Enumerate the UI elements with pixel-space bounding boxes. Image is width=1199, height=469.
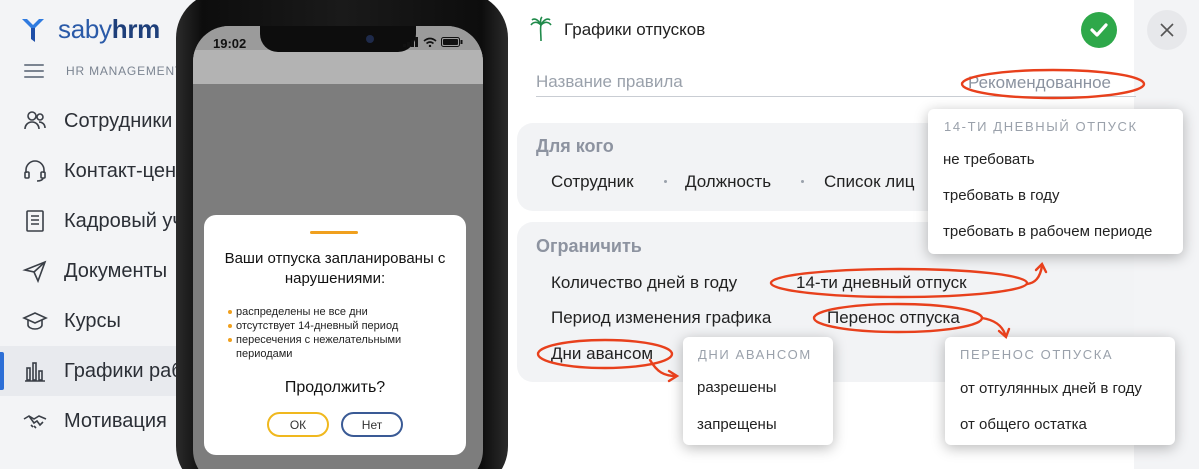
days-per-year-select[interactable]: 14-ти дневный отпуск <box>796 273 967 293</box>
battery-icon <box>441 37 463 47</box>
save-button[interactable] <box>1081 12 1117 48</box>
close-icon <box>1160 23 1174 37</box>
logo-text: sabyhrm <box>58 14 160 44</box>
separator-dot <box>801 180 804 183</box>
menu-caption: HR MANAGEMENT <box>66 64 184 78</box>
change-period-label: Период изменения графика <box>551 308 772 327</box>
phone-app-bar <box>193 50 483 84</box>
dropdown-item-from-used-days[interactable]: от отгулянных дней в году <box>960 380 1142 397</box>
phone-screen: 19:02 Ваши отпуска запланированы с наруш… <box>193 26 483 469</box>
phone-notch <box>260 26 416 52</box>
panel-title: Графики отпусков <box>564 20 706 39</box>
days-per-year-label: Количество дней в году <box>551 273 738 292</box>
limit-title: Ограничить <box>536 236 642 256</box>
dialog-question: Продолжить? <box>284 379 386 396</box>
dropdown-item-forbidden[interactable]: запрещены <box>697 416 777 433</box>
for-whom-option-position[interactable]: Должность <box>685 172 771 192</box>
saby-logo-icon <box>22 18 44 42</box>
dropdown-header: 14-ТИ ДНЕВНЫЙ ОТПУСК <box>944 119 1138 134</box>
advance-days-dropdown: ДНИ АВАНСОМ разрешены запрещены <box>683 337 833 445</box>
handshake-icon <box>22 408 48 434</box>
transfer-dropdown: ПЕРЕНОС ОТПУСКА от отгулянных дней в год… <box>945 337 1175 445</box>
people-icon <box>22 108 48 134</box>
sidebar-item-label: Документы <box>64 259 168 282</box>
list-item: пересечения с нежелательными периодами <box>228 333 450 361</box>
wifi-icon <box>423 37 437 47</box>
no-button[interactable]: Нет <box>341 412 403 437</box>
phone-time: 19:02 <box>213 36 247 51</box>
document-list-icon <box>22 208 48 234</box>
dropdown-header: ПЕРЕНОС ОТПУСКА <box>960 347 1114 362</box>
dialog-accent-bar <box>310 231 358 234</box>
rule-input-underline <box>536 96 1136 97</box>
ok-button[interactable]: ОК <box>267 412 329 437</box>
sidebar-item-label: Курсы <box>64 309 121 332</box>
palm-tree-icon <box>530 16 552 42</box>
sidebar-item-label: Сотрудники <box>64 109 173 132</box>
dropdown-item-from-total-balance[interactable]: от общего остатка <box>960 416 1087 433</box>
paper-plane-icon <box>22 258 48 284</box>
sidebar-item-label: Мотивация <box>64 409 167 432</box>
separator-dot <box>664 180 667 183</box>
signal-icon <box>403 37 418 47</box>
headset-icon <box>22 158 48 184</box>
bar-chart-icon <box>22 358 48 384</box>
dialog-violations-list: распределены не все дни отсутствует 14-д… <box>228 305 450 361</box>
dialog-title: Ваши отпуска запланированы с нарушениями… <box>224 250 446 287</box>
vacation14-dropdown: 14-ТИ ДНЕВНЫЙ ОТПУСК не требовать требов… <box>928 109 1183 254</box>
status-icons <box>403 37 463 47</box>
dropdown-header: ДНИ АВАНСОМ <box>698 347 812 362</box>
dropdown-item-not-required[interactable]: не требовать <box>943 151 1035 168</box>
for-whom-option-employee[interactable]: Сотрудник <box>551 172 634 192</box>
dropdown-item-allowed[interactable]: разрешены <box>697 379 777 396</box>
for-whom-option-persons-list[interactable]: Список лиц <box>824 172 914 192</box>
for-whom-title: Для кого <box>536 136 614 156</box>
change-period-select[interactable]: Перенос отпуска <box>827 308 960 328</box>
list-item: отсутствует 14-дневный период <box>228 319 450 333</box>
violation-dialog: Ваши отпуска запланированы с нарушениями… <box>204 215 466 455</box>
menu-row: HR MANAGEMENT <box>24 64 183 78</box>
close-button[interactable] <box>1147 10 1187 50</box>
list-item: распределены не все дни <box>228 305 450 319</box>
dropdown-item-required-work-period[interactable]: требовать в рабочем периоде <box>943 223 1152 240</box>
rule-type-select[interactable]: Рекомендованное <box>968 73 1111 93</box>
hamburger-menu-icon[interactable] <box>24 64 44 78</box>
app-logo[interactable]: sabyhrm <box>18 14 160 45</box>
graduation-cap-icon <box>22 308 48 334</box>
advance-days-select[interactable]: Дни авансом <box>551 344 653 364</box>
camera-icon <box>366 35 374 43</box>
checkmark-icon <box>1090 23 1108 37</box>
dropdown-item-required-yearly[interactable]: требовать в году <box>943 187 1060 204</box>
